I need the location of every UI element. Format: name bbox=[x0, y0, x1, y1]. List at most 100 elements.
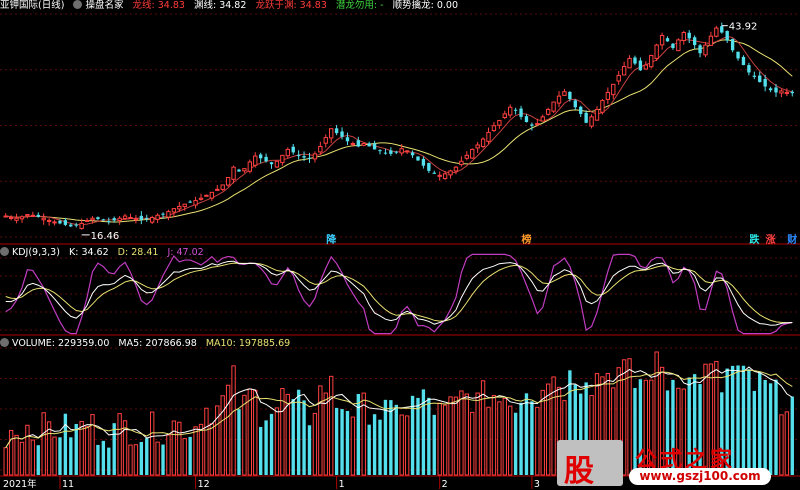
candle bbox=[204, 194, 209, 197]
candle bbox=[638, 57, 643, 71]
candle bbox=[579, 105, 583, 117]
volume-bar bbox=[372, 414, 377, 475]
candle bbox=[752, 71, 756, 80]
candle bbox=[714, 25, 719, 38]
candle-body bbox=[74, 224, 78, 226]
candle bbox=[209, 191, 215, 201]
kdj-lines[interactable] bbox=[5, 253, 793, 335]
volume-bar bbox=[166, 434, 171, 476]
candle bbox=[470, 148, 475, 159]
candle bbox=[616, 71, 621, 85]
candle-body bbox=[182, 203, 187, 208]
candle bbox=[166, 209, 171, 221]
volume-bar bbox=[378, 419, 382, 475]
candle-body bbox=[280, 154, 285, 164]
candle bbox=[285, 147, 290, 159]
stock-name[interactable]: 亚钾国际(日线) bbox=[0, 0, 64, 11]
candle-body bbox=[410, 152, 415, 156]
candle bbox=[594, 106, 600, 121]
candle-body bbox=[231, 166, 236, 180]
settings-circle-icon[interactable] bbox=[0, 247, 9, 256]
candle bbox=[720, 22, 724, 34]
x-axis-label: 3 bbox=[534, 479, 540, 489]
candle-body bbox=[752, 75, 756, 77]
signal-tag: 降 bbox=[326, 233, 337, 246]
candle bbox=[107, 217, 111, 225]
candle bbox=[676, 38, 681, 52]
candle-body bbox=[296, 154, 301, 157]
candle bbox=[383, 148, 388, 155]
candle bbox=[621, 61, 627, 76]
x-axis-label: 1 bbox=[339, 479, 345, 489]
candle-body bbox=[383, 152, 388, 154]
settings-circle-icon[interactable] bbox=[0, 338, 9, 347]
volume-bar bbox=[524, 393, 529, 475]
candle bbox=[432, 170, 436, 175]
candle-body bbox=[659, 34, 665, 46]
candle-body bbox=[633, 57, 637, 64]
indicator-name[interactable]: 操盘名家 bbox=[85, 0, 123, 11]
candle bbox=[318, 141, 323, 155]
volume-bar bbox=[139, 441, 144, 475]
ma10-value: 197885.69 bbox=[238, 338, 291, 349]
header-item-2: 龙跃于渊: 34.83 bbox=[255, 0, 327, 11]
candle-body bbox=[708, 35, 714, 46]
candle bbox=[220, 184, 225, 191]
volume-bar bbox=[486, 406, 491, 476]
candle-body bbox=[107, 221, 111, 223]
volume-bar bbox=[96, 444, 100, 475]
kdj-header: KDJ(9,3,3) K: 34.62 D: 28.41 J: 47.02 bbox=[0, 247, 210, 259]
volume-bar bbox=[133, 444, 139, 476]
volume-bar bbox=[231, 365, 236, 476]
volume-bar bbox=[25, 424, 30, 476]
header-item-0: 龙线: 34.83 bbox=[132, 0, 185, 11]
candle-body bbox=[649, 54, 654, 68]
candle-body bbox=[703, 44, 708, 56]
candle-body bbox=[285, 148, 290, 157]
volume-bar bbox=[404, 415, 410, 476]
volume-bar bbox=[470, 411, 475, 476]
settings-circle-icon[interactable] bbox=[73, 0, 83, 9]
candle bbox=[681, 30, 686, 45]
candle bbox=[611, 83, 616, 100]
volume-bar bbox=[269, 413, 274, 475]
candle bbox=[361, 142, 366, 147]
candle bbox=[139, 211, 144, 225]
candle-body bbox=[502, 113, 507, 118]
volume-name[interactable]: VOLUME: bbox=[12, 338, 55, 349]
signal-tag: 财 bbox=[786, 233, 797, 246]
candle-body bbox=[198, 197, 204, 200]
candle-body bbox=[453, 166, 459, 172]
stock-chart-canvas[interactable]: 43.92 16.46 降榜跌涨财 2021年 11 12 1 2 3 bbox=[0, 0, 800, 489]
volume-bar bbox=[540, 389, 545, 476]
candle bbox=[74, 222, 78, 228]
candle bbox=[464, 151, 469, 161]
volume-bar bbox=[274, 407, 280, 476]
candle-body bbox=[600, 100, 605, 113]
volume-bar bbox=[149, 411, 155, 476]
kdj-name[interactable]: KDJ(9,3,3) bbox=[12, 247, 60, 258]
volume-bar bbox=[209, 423, 215, 476]
candle-body bbox=[654, 44, 659, 59]
volume-value: 229359.00 bbox=[58, 338, 110, 349]
candle-body bbox=[404, 150, 410, 153]
kdj-k-line bbox=[5, 260, 793, 326]
volume-bar bbox=[107, 447, 111, 475]
candle bbox=[708, 31, 714, 46]
ma5-value: 207866.98 bbox=[145, 338, 197, 349]
volume-bar bbox=[367, 424, 371, 475]
candle-body bbox=[720, 26, 724, 33]
candle-body bbox=[372, 143, 377, 150]
volume-bar bbox=[318, 385, 323, 476]
volume-bar bbox=[128, 444, 133, 476]
candle bbox=[329, 128, 334, 144]
candle bbox=[188, 200, 192, 203]
candle-body bbox=[247, 161, 253, 172]
volume-bar bbox=[19, 441, 25, 476]
candlestick-series[interactable] bbox=[3, 22, 794, 230]
candle bbox=[155, 213, 160, 223]
candle bbox=[545, 107, 551, 116]
volume-bar bbox=[155, 441, 160, 476]
candle-body bbox=[84, 219, 90, 222]
volume-bar bbox=[8, 429, 14, 476]
